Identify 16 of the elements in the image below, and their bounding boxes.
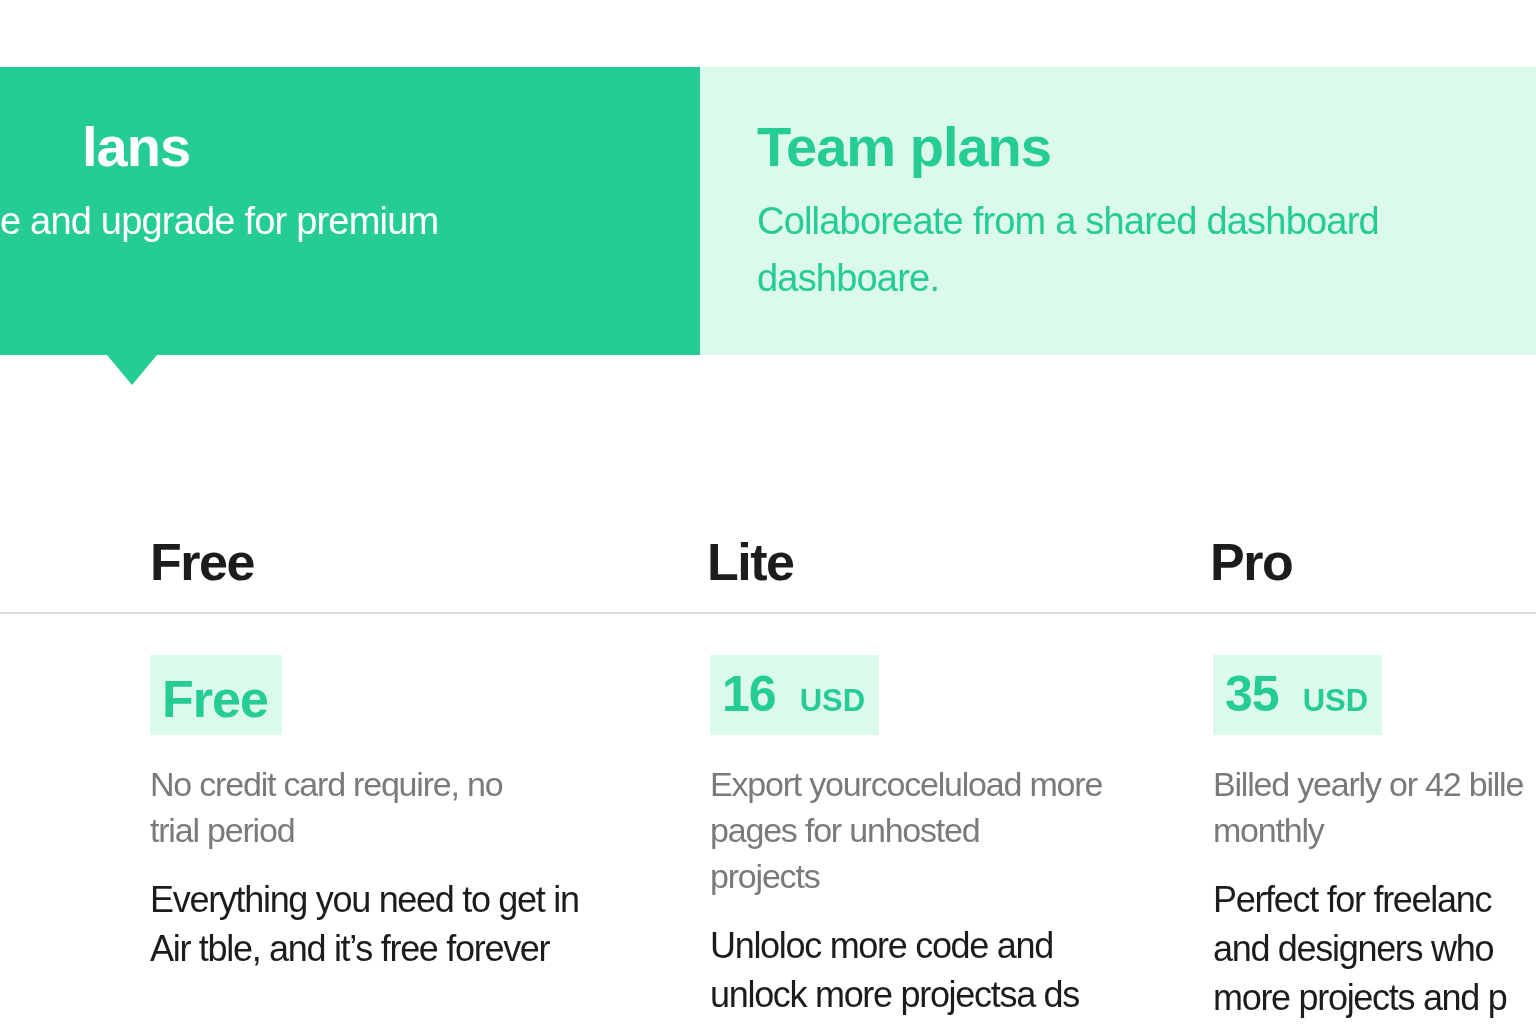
currency-label: USD [1302, 683, 1369, 719]
price-amount: 35 [1225, 665, 1279, 723]
plan-note: Export yourcoceluload more pages for unhosted projects [710, 764, 1103, 897]
plan-description: Perfect for freelanc and designers who more projects and p [1213, 878, 1507, 1020]
plan-note: No credit card require, no trial period [150, 764, 503, 851]
plan-tab[interactable]: Team plans Collaboreate from a shared dashboard dashboare. [700, 67, 1536, 355]
plan-name: Pro [1210, 532, 1293, 592]
price-amount: 16 [722, 665, 776, 723]
plan-name: Free [150, 532, 254, 592]
currency-label: USD [799, 683, 866, 719]
pointer-icon [107, 355, 157, 385]
plan-name: Lite [707, 532, 794, 592]
plan-description: Unloloc more code and unlock more projectsa ds [710, 924, 1079, 1017]
plan-note: Billed yearly or 42 bille monthly [1213, 764, 1524, 851]
price-amount: Free [162, 669, 268, 729]
plan-description: Everything you need to get in Air tble, and it’s free forever [150, 878, 579, 971]
